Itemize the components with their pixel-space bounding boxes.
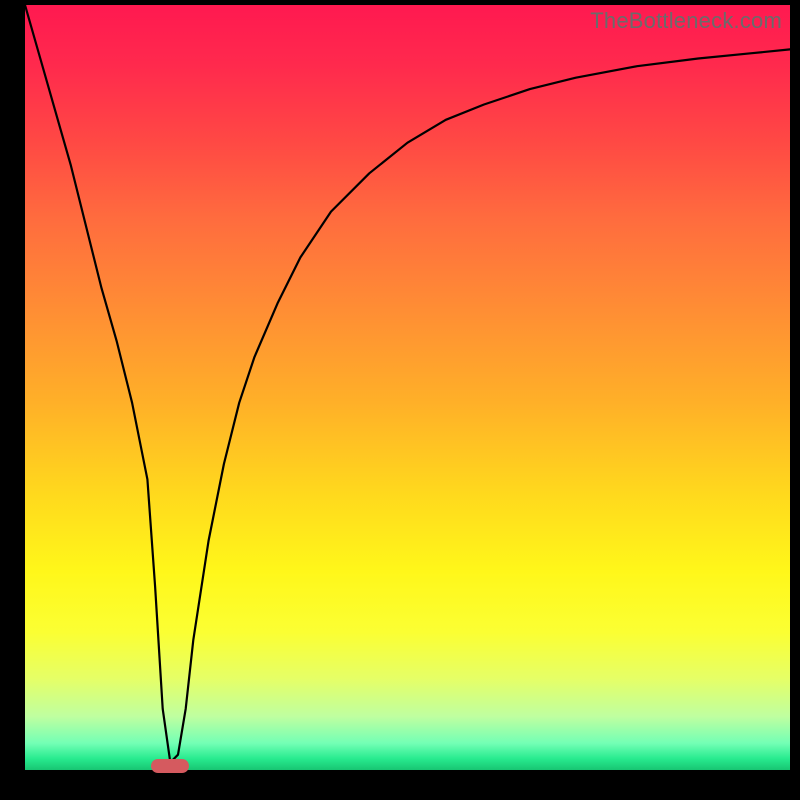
- chart-gradient-background: [25, 5, 790, 770]
- watermark-text: TheBottleneck.com: [590, 8, 782, 34]
- chart-frame: TheBottleneck.com: [25, 5, 790, 770]
